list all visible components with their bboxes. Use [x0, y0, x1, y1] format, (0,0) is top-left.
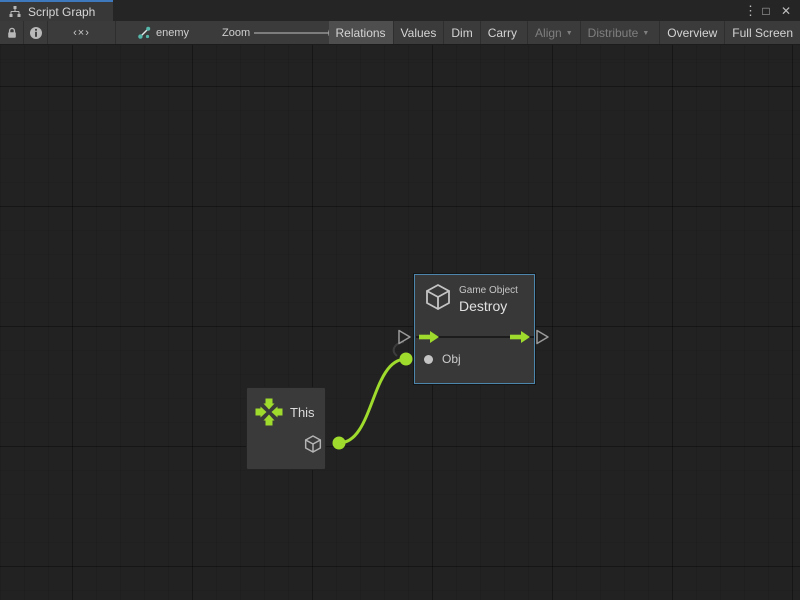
obj-port-row: Obj	[415, 349, 534, 371]
wires-overlay	[0, 45, 800, 600]
tab-script-graph[interactable]: Script Graph	[0, 0, 113, 21]
graph-canvas[interactable]: Game Object Destroy Obj This	[0, 45, 800, 600]
lock-icon	[5, 26, 19, 40]
connection-start-port[interactable]	[333, 437, 346, 450]
value-connection-wire[interactable]	[339, 359, 406, 443]
window-menu-icon[interactable]: ⋮	[744, 2, 754, 20]
code-toggle-button[interactable]: ‹×›	[48, 21, 116, 44]
tab-label: Script Graph	[28, 5, 95, 19]
maximize-icon[interactable]: □	[758, 2, 774, 20]
node-title-label: Destroy	[459, 298, 507, 314]
obj-port-label: Obj	[442, 352, 461, 366]
info-button[interactable]	[24, 21, 48, 44]
toolbar: ‹×› enemy Zoom 1x Relations Values	[0, 21, 800, 45]
values-button[interactable]: Values	[393, 21, 444, 44]
connection-end-port[interactable]	[400, 353, 413, 366]
align-label: Align	[535, 26, 562, 40]
hierarchy-icon	[8, 5, 22, 19]
graph-name[interactable]: enemy	[137, 21, 189, 44]
dim-label: Dim	[451, 26, 472, 40]
this-converge-icon	[254, 397, 284, 427]
values-label: Values	[401, 26, 437, 40]
relations-label: Relations	[336, 26, 386, 40]
close-icon[interactable]: ✕	[778, 2, 794, 20]
control-output-port[interactable]	[537, 331, 548, 344]
control-input-port[interactable]	[399, 331, 410, 344]
toolbar-right-group: Relations Values Dim Carry Align ▼ Distr…	[329, 21, 800, 44]
info-icon	[29, 26, 43, 40]
obj-port-dot[interactable]	[424, 355, 433, 364]
carry-label: Carry	[488, 26, 517, 40]
title-bar: Script Graph ⋮ □ ✕	[0, 0, 800, 21]
cube-icon	[423, 282, 453, 312]
node-category-label: Game Object	[459, 285, 518, 296]
script-graph-window: Script Graph ⋮ □ ✕ ‹×›	[0, 0, 800, 600]
full-screen-button[interactable]: Full Screen	[724, 21, 800, 44]
chevron-down-icon: ▼	[566, 30, 573, 37]
overview-button[interactable]: Overview	[659, 21, 724, 44]
align-button[interactable]: Align ▼	[527, 21, 580, 44]
distribute-label: Distribute	[588, 26, 639, 40]
graph-asset-icon	[137, 26, 151, 40]
node-this[interactable]: This	[246, 387, 326, 470]
node-title-label: This	[290, 405, 315, 420]
gameobject-output-cube-icon[interactable]	[303, 434, 323, 454]
dim-button[interactable]: Dim	[443, 21, 479, 44]
full-screen-label: Full Screen	[732, 26, 793, 40]
toolbar-left-group: ‹×›	[0, 21, 116, 44]
node-destroy[interactable]: Game Object Destroy Obj	[414, 274, 535, 384]
zoom-label: Zoom	[222, 21, 250, 44]
graph-name-label: enemy	[156, 27, 189, 39]
node-destroy-header: Game Object Destroy	[415, 275, 534, 319]
chevron-down-icon: ▼	[642, 30, 649, 37]
relations-button[interactable]: Relations	[329, 21, 393, 44]
relation-hint-curve	[394, 342, 404, 356]
window-controls: ⋮ □ ✕	[744, 0, 794, 21]
carry-button[interactable]: Carry	[480, 21, 524, 44]
lock-button[interactable]	[0, 21, 24, 44]
distribute-button[interactable]: Distribute ▼	[580, 21, 657, 44]
overview-label: Overview	[667, 26, 717, 40]
zoom-slider-track[interactable]	[254, 32, 338, 34]
